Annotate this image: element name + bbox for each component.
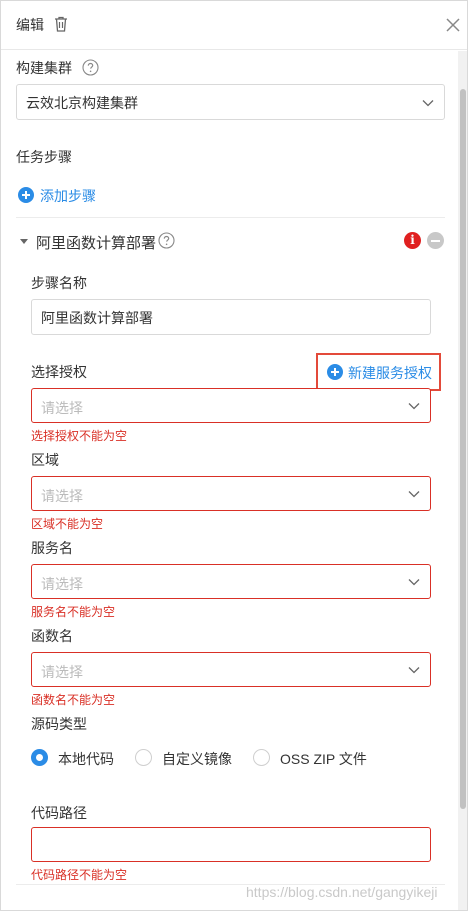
- chevron-down-icon: [408, 667, 420, 674]
- code-path-label: 代码路径: [31, 805, 87, 821]
- collapse-caret-icon[interactable]: [20, 239, 28, 244]
- panel-header: 编辑: [1, 1, 467, 50]
- function-select[interactable]: 请选择: [31, 652, 431, 687]
- watermark: https://blog.csdn.net/gangyikeji: [246, 884, 438, 900]
- chevron-down-icon: [408, 403, 420, 410]
- new-service-auth-button[interactable]: 新建服务授权: [316, 353, 441, 391]
- step-title: 阿里函数计算部署: [36, 235, 157, 252]
- radio-custom-image-label[interactable]: 自定义镜像: [162, 749, 232, 769]
- edit-panel: 编辑 构建集群 云效北京构建集群 任务步骤 添加步骤 阿里函数计算部署 i 步骤…: [0, 0, 468, 911]
- service-label: 服务名: [31, 540, 73, 556]
- step-name-label: 步骤名称: [31, 275, 87, 291]
- service-placeholder: 请选择: [41, 576, 83, 592]
- build-cluster-label: 构建集群: [16, 60, 72, 76]
- region-label: 区域: [31, 452, 59, 468]
- plus-circle-icon: [327, 364, 343, 380]
- step-name-input[interactable]: 阿里函数计算部署: [31, 299, 431, 335]
- chevron-down-icon: [422, 100, 434, 107]
- service-error: 服务名不能为空: [31, 605, 116, 619]
- info-badge-icon[interactable]: i: [404, 232, 421, 249]
- radio-oss-zip-label[interactable]: OSS ZIP 文件: [280, 749, 367, 769]
- region-select[interactable]: 请选择: [31, 476, 431, 511]
- service-select[interactable]: 请选择: [31, 564, 431, 599]
- function-label: 函数名: [31, 628, 73, 644]
- code-path-error: 代码路径不能为空: [31, 868, 128, 882]
- scrollbar-thumb[interactable]: [460, 89, 466, 809]
- radio-local-code[interactable]: [31, 749, 48, 766]
- region-placeholder: 请选择: [41, 488, 83, 504]
- chevron-down-icon: [408, 491, 420, 498]
- new-service-auth-label: 新建服务授权: [348, 365, 432, 381]
- auth-error: 选择授权不能为空: [31, 429, 128, 443]
- build-cluster-select[interactable]: 云效北京构建集群: [16, 84, 445, 120]
- radio-oss-zip[interactable]: [253, 749, 270, 766]
- build-cluster-value: 云效北京构建集群: [26, 95, 138, 111]
- radio-local-code-label[interactable]: 本地代码: [58, 749, 114, 769]
- help-icon[interactable]: [82, 59, 99, 76]
- help-icon[interactable]: [158, 232, 175, 249]
- panel-title: 编辑: [16, 17, 44, 33]
- add-step-button[interactable]: 添加步骤: [18, 185, 118, 205]
- auth-select[interactable]: 请选择: [31, 388, 431, 423]
- trash-icon[interactable]: [52, 15, 70, 33]
- radio-custom-image[interactable]: [135, 749, 152, 766]
- plus-circle-icon: [18, 187, 34, 203]
- code-path-input[interactable]: [31, 827, 431, 862]
- add-step-label: 添加步骤: [40, 188, 96, 204]
- remove-step-icon[interactable]: [427, 232, 444, 249]
- chevron-down-icon: [408, 579, 420, 586]
- region-error: 区域不能为空: [31, 517, 104, 531]
- close-icon[interactable]: [444, 16, 462, 34]
- function-placeholder: 请选择: [41, 664, 83, 680]
- source-type-label: 源码类型: [31, 716, 87, 732]
- auth-placeholder: 请选择: [41, 400, 83, 416]
- step-name-value: 阿里函数计算部署: [41, 310, 153, 326]
- auth-label: 选择授权: [31, 364, 87, 380]
- task-steps-label: 任务步骤: [16, 149, 72, 165]
- divider: [16, 217, 445, 218]
- function-error: 函数名不能为空: [31, 693, 116, 707]
